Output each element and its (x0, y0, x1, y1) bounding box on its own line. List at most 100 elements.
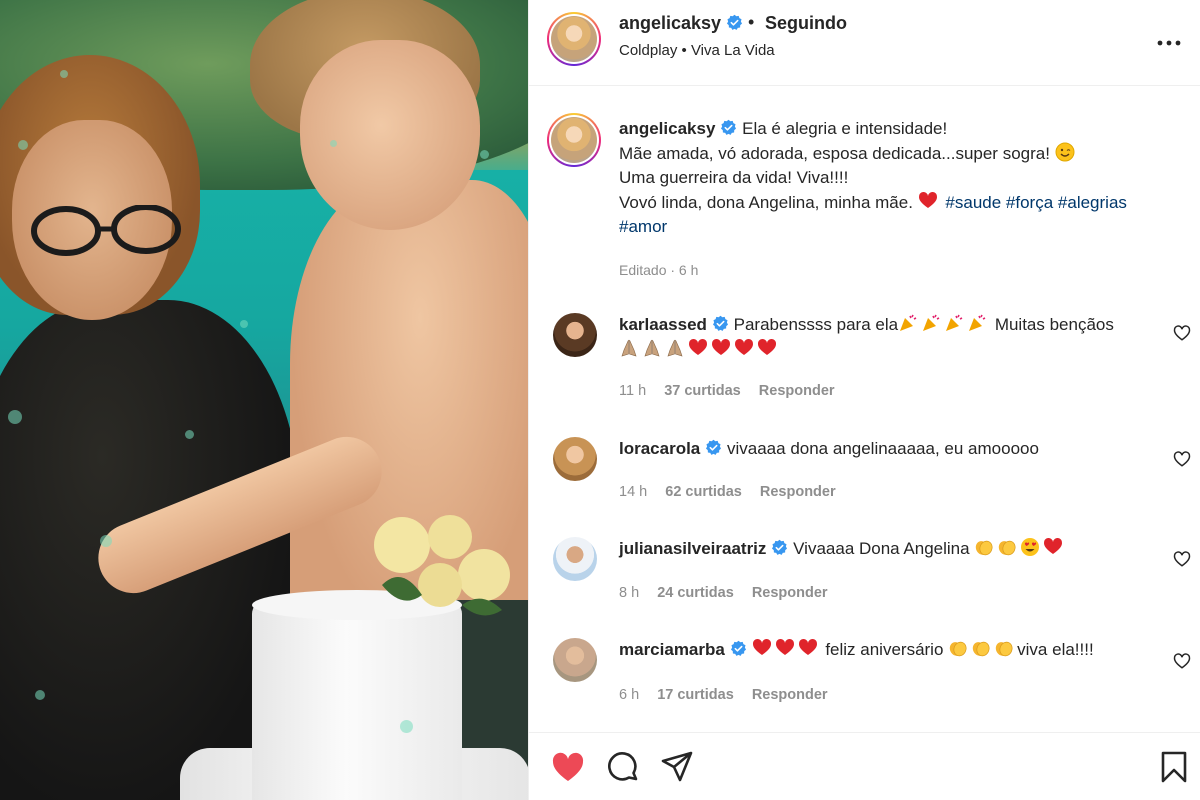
photo-sparkle (35, 690, 45, 700)
heart-icon[interactable] (550, 749, 586, 785)
photo-glasses (31, 205, 181, 256)
clapping-hands-icon (976, 540, 993, 556)
comment-like-heart-icon[interactable] (1173, 652, 1191, 670)
edited-timestamp: Editado · 6 h (619, 262, 699, 278)
comment-likes[interactable]: 62 curtidas (665, 484, 742, 500)
hashtag-link[interactable]: #saude (945, 193, 1001, 212)
comment-item: marciamarba feliz aniversário viva ela!!… (529, 638, 1200, 732)
comment-item: julianasilveiraatriz Vivaaaa Dona Angeli… (529, 537, 1200, 632)
header-username[interactable]: angelicaksy (619, 13, 721, 33)
photo-sparkle (400, 720, 413, 733)
comment-time: 14 h (619, 484, 648, 500)
music-label[interactable]: Coldplay • Viva La Vida (619, 42, 775, 59)
comment-icon[interactable] (605, 749, 641, 785)
comment-avatar[interactable] (553, 537, 597, 581)
verified-icon (721, 119, 737, 135)
red-heart-icon (757, 338, 777, 355)
hashtag-link[interactable]: #força (1006, 193, 1053, 212)
red-heart-icon (1044, 537, 1063, 554)
comment-likes[interactable]: 17 curtidas (657, 687, 734, 703)
post-header: angelicaksy • Seguindo Coldplay • Viva L… (529, 0, 1200, 86)
clapping-hands-icon (995, 641, 1013, 657)
comment-meta: 8 h 24 curtidas Responder (619, 585, 842, 601)
post-sidebar: angelicaksy • Seguindo Coldplay • Viva L… (528, 0, 1200, 800)
comment-avatar[interactable] (553, 638, 597, 682)
photo-boy-face (300, 40, 480, 230)
red-heart-icon (734, 338, 754, 355)
photo-sparkle (100, 535, 112, 547)
comment-likes[interactable]: 37 curtidas (664, 383, 741, 399)
clapping-hands-icon (999, 540, 1016, 556)
reply-button[interactable]: Responder (752, 687, 828, 703)
avatar[interactable] (547, 12, 601, 66)
hashtag-link[interactable]: #alegrias (1058, 193, 1127, 212)
caption-username[interactable]: angelicaksy (619, 119, 715, 138)
reply-button[interactable]: Responder (760, 484, 836, 500)
party-popper-icon (900, 314, 917, 331)
photo-roses (374, 515, 510, 616)
more-options-icon[interactable] (1157, 26, 1181, 52)
following-button[interactable]: Seguindo (765, 13, 847, 34)
caption-line: Mãe amada, vó adorada, esposa dedicada..… (619, 143, 1050, 163)
party-popper-icon (969, 314, 986, 331)
photo-sparkle (60, 70, 68, 78)
header-separator: • (748, 12, 755, 32)
reply-button[interactable]: Responder (759, 383, 835, 399)
photo-sparkle (240, 320, 248, 328)
comment-body: Parabenssss para ela (733, 315, 899, 334)
post-caption: angelicaksy Ela é alegria e intensidade!… (619, 117, 1189, 240)
comment-body: feliz aniversário (825, 640, 944, 659)
comment-meta: 6 h 17 curtidas Responder (619, 687, 842, 703)
praying-hands-icon (667, 339, 683, 356)
clapping-hands-icon (949, 641, 967, 657)
red-heart-icon (775, 638, 794, 655)
comment-item: loracarola vivaaaa dona angelinaaaaa, eu… (529, 437, 1200, 532)
post-action-bar (529, 732, 1200, 800)
caption-line: Uma guerreira da vida! Viva!!!! (619, 168, 849, 187)
praying-hands-icon (644, 339, 660, 356)
comment-body: viva ela!!!! (1017, 640, 1094, 659)
reply-button[interactable]: Responder (752, 585, 828, 601)
comment-body: vivaaaa dona angelinaaaaa, eu amooooo (727, 439, 1039, 458)
photo-sparkle (330, 140, 337, 147)
comment-username[interactable]: julianasilveiraatriz (619, 539, 766, 558)
comment-meta: 11 h 37 curtidas Responder (619, 383, 849, 399)
comment-likes[interactable]: 24 curtidas (657, 585, 734, 601)
comment-body: Vivaaaa Dona Angelina (793, 539, 970, 558)
comment-time: 11 h (619, 383, 647, 399)
share-icon[interactable] (659, 749, 695, 785)
caption-line: Ela é alegria e intensidade! (742, 119, 948, 138)
comment-text: julianasilveiraatriz Vivaaaa Dona Angeli… (619, 537, 1159, 562)
caption-line: Vovó linda, dona Angelina, minha mãe. (619, 192, 913, 212)
photo-sparkle (480, 150, 489, 159)
post-photo[interactable] (0, 0, 528, 800)
comment-like-heart-icon[interactable] (1173, 550, 1191, 568)
verified-icon (712, 315, 728, 331)
hashtag-link[interactable]: #amor (619, 217, 667, 236)
bookmark-icon[interactable] (1156, 749, 1192, 785)
comment-avatar[interactable] (553, 313, 597, 357)
comment-text: loracarola vivaaaa dona angelinaaaaa, eu… (619, 437, 1159, 462)
photo-cake-top (252, 590, 462, 800)
comment-item: karlaassed Parabenssss para ela Muitas b… (529, 313, 1200, 408)
comment-time: 6 h (619, 687, 640, 703)
clapping-hands-icon (972, 641, 990, 657)
verified-icon (727, 14, 743, 30)
comments-scroll[interactable]: angelicaksy Ela é alegria e intensidade!… (529, 87, 1200, 732)
praying-hands-icon (621, 339, 637, 356)
photo-sparkle (185, 430, 194, 439)
comment-username[interactable]: loracarola (619, 439, 700, 458)
party-popper-icon (946, 314, 963, 331)
comment-like-heart-icon[interactable] (1173, 450, 1191, 468)
smile-emoji-icon (1055, 142, 1075, 161)
caption-avatar[interactable] (547, 113, 601, 167)
comment-like-heart-icon[interactable] (1173, 324, 1191, 342)
verified-icon (730, 640, 746, 656)
comment-username[interactable]: karlaassed (619, 315, 707, 334)
photo-sparkle (18, 140, 28, 150)
comment-text: marciamarba feliz aniversário viva ela!!… (619, 638, 1159, 663)
red-heart-icon (918, 191, 937, 208)
comment-username[interactable]: marciamarba (619, 640, 725, 659)
comment-avatar[interactable] (553, 437, 597, 481)
comment-body: Muitas bençãos (994, 315, 1114, 334)
